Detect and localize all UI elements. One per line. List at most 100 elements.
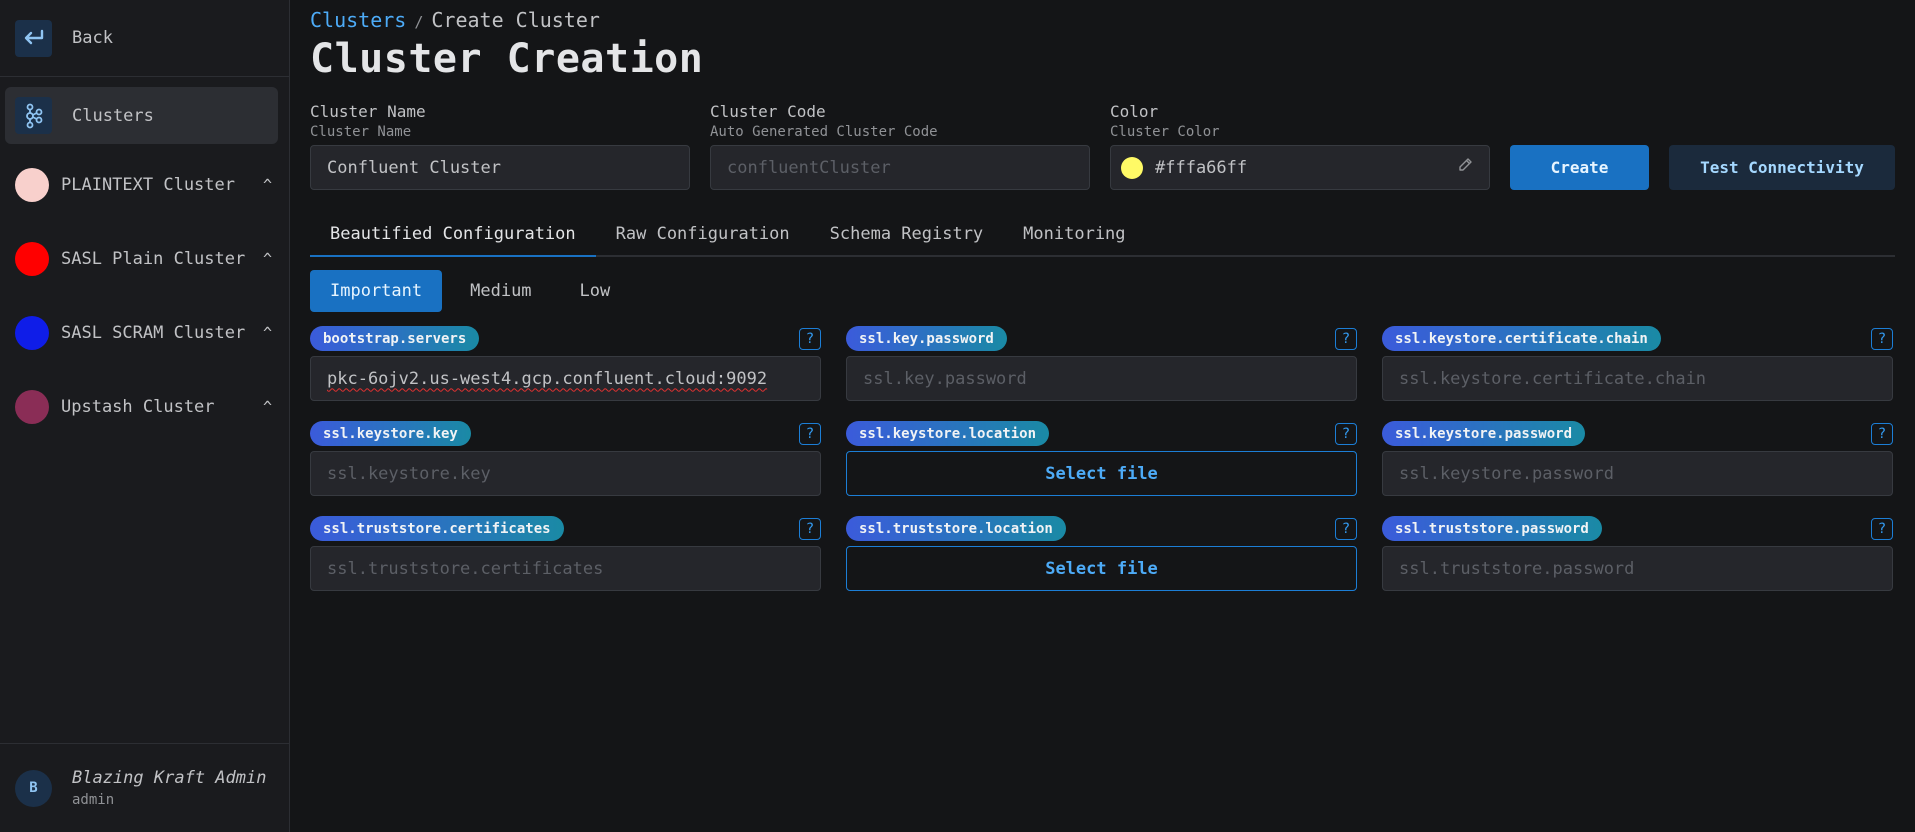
help-icon[interactable]: ?: [799, 327, 821, 350]
cluster-code-label: Cluster Code: [710, 102, 826, 121]
help-icon[interactable]: ?: [799, 422, 821, 445]
help-icon[interactable]: ?: [1871, 517, 1893, 540]
back-button[interactable]: Back: [0, 0, 289, 77]
config-field: ssl.keystore.password? ssl.keystore.passw…: [1382, 421, 1893, 496]
help-icon[interactable]: ?: [799, 517, 821, 540]
tab-beautified-configuration[interactable]: Beautified Configuration: [310, 212, 596, 257]
config-field: ssl.truststore.password? ssl.truststore.p…: [1382, 516, 1893, 591]
tab-monitoring[interactable]: Monitoring: [1003, 212, 1145, 257]
config-field: ssl.keystore.certificate.chain? ssl.keyst…: [1382, 326, 1893, 401]
cluster-item[interactable]: Upstash Cluster ^: [0, 370, 289, 444]
config-key-badge: ssl.key.password: [846, 326, 1007, 351]
user-info: Blazing Kraft Admin admin: [72, 768, 266, 808]
config-field: ssl.truststore.location? Select file: [846, 516, 1357, 591]
chevron-up-icon[interactable]: ^: [263, 176, 272, 194]
cluster-color-dot: [15, 390, 49, 424]
importance-filter: Important Medium Low: [310, 270, 1895, 312]
avatar: B: [15, 769, 52, 807]
tab-schema-registry[interactable]: Schema Registry: [810, 212, 1004, 257]
config-value-input[interactable]: ssl.truststore.certificates: [310, 546, 821, 591]
color-input[interactable]: #fffa66ff: [1110, 145, 1490, 190]
help-icon[interactable]: ?: [1335, 422, 1357, 445]
config-value-input[interactable]: pkc-6ojv2.us-west4.gcp.confluent.cloud:9…: [310, 356, 821, 401]
config-value-input[interactable]: ssl.truststore.password: [1382, 546, 1893, 591]
chevron-up-icon[interactable]: ^: [263, 250, 272, 268]
color-label: Color: [1110, 102, 1159, 121]
config-value-input[interactable]: ssl.keystore.key: [310, 451, 821, 496]
cluster-item[interactable]: PLAINTEXT Cluster ^: [0, 148, 289, 222]
select-file-button[interactable]: Select file: [846, 451, 1357, 496]
pill-important[interactable]: Important: [310, 270, 443, 312]
config-key-badge: ssl.truststore.password: [1382, 516, 1602, 541]
config-field-header: ssl.truststore.password?: [1382, 516, 1893, 541]
config-key-badge: ssl.truststore.location: [846, 516, 1066, 541]
chevron-up-icon[interactable]: ^: [263, 398, 272, 416]
config-field-header: ssl.key.password?: [846, 326, 1357, 351]
config-field-header: ssl.truststore.certificates?: [310, 516, 821, 541]
back-label: Back: [72, 28, 113, 48]
help-icon[interactable]: ?: [1871, 422, 1893, 445]
config-field-header: ssl.keystore.key?: [310, 421, 821, 446]
config-key-badge: ssl.keystore.key: [310, 421, 471, 446]
sidebar-item-clusters[interactable]: Clusters: [5, 87, 278, 144]
config-field: ssl.key.password? ssl.key.password: [846, 326, 1357, 401]
config-field-header: ssl.keystore.certificate.chain?: [1382, 326, 1893, 351]
color-description: Cluster Color: [1110, 124, 1220, 140]
cluster-item[interactable]: SASL SCRAM Cluster ^: [0, 296, 289, 370]
config-key-badge: bootstrap.servers: [310, 326, 480, 351]
pill-medium[interactable]: Medium: [450, 270, 551, 312]
user-name: Blazing Kraft Admin: [72, 768, 267, 788]
config-field-header: ssl.keystore.password?: [1382, 421, 1893, 446]
chevron-up-icon[interactable]: ^: [263, 324, 272, 342]
cluster-name: SASL SCRAM Cluster: [61, 323, 246, 343]
breadcrumb-current: Create Cluster: [431, 8, 600, 32]
clusters-label: Clusters: [72, 105, 154, 126]
cluster-code-field: Cluster Code Auto Generated Cluster Code…: [710, 102, 1090, 190]
page-title: Cluster Creation: [310, 36, 704, 82]
pill-low[interactable]: Low: [560, 270, 631, 312]
config-value-input[interactable]: ssl.keystore.certificate.chain: [1382, 356, 1893, 401]
cluster-name-field: Cluster Name Cluster Name Confluent Clus…: [310, 102, 690, 190]
config-value-text: pkc-6ojv2.us-west4.gcp.confluent.cloud:9…: [327, 368, 768, 389]
config-field-header: bootstrap.servers?: [310, 326, 821, 351]
config-value-input[interactable]: ssl.key.password: [846, 356, 1357, 401]
test-connectivity-button[interactable]: Test Connectivity: [1669, 145, 1895, 190]
help-icon[interactable]: ?: [1335, 327, 1357, 350]
config-key-badge: ssl.keystore.location: [846, 421, 1050, 446]
help-icon[interactable]: ?: [1871, 327, 1893, 350]
create-button[interactable]: Create: [1510, 145, 1649, 190]
cluster-color-dot: [15, 242, 49, 276]
breadcrumb-separator: /: [414, 13, 424, 31]
cluster-name: PLAINTEXT Cluster: [61, 175, 235, 195]
config-key-badge: ssl.truststore.certificates: [310, 516, 564, 541]
config-value-input[interactable]: ssl.keystore.password: [1382, 451, 1893, 496]
config-field-header: ssl.truststore.location?: [846, 516, 1357, 541]
help-icon[interactable]: ?: [1335, 517, 1357, 540]
app: Back Clusters PLAINTEXT Cluster ^ SASL P…: [0, 0, 1915, 832]
cluster-list: PLAINTEXT Cluster ^ SASL Plain Cluster ^…: [0, 148, 289, 444]
cluster-item[interactable]: SASL Plain Cluster ^: [0, 222, 289, 296]
cluster-name-input[interactable]: Confluent Cluster: [310, 145, 690, 190]
config-key-badge: ssl.keystore.certificate.chain: [1382, 326, 1661, 351]
cluster-form: Cluster Name Cluster Name Confluent Clus…: [310, 102, 1895, 190]
cluster-code-input[interactable]: confluentCluster: [710, 145, 1090, 190]
config-field-header: ssl.keystore.location?: [846, 421, 1357, 446]
select-file-button[interactable]: Select file: [846, 546, 1357, 591]
config-grid: bootstrap.servers? pkc-6ojv2.us-west4.gcp…: [310, 326, 1895, 591]
cluster-color-dot: [15, 168, 49, 202]
color-swatch[interactable]: [1121, 156, 1143, 179]
eyedropper-icon[interactable]: [1457, 157, 1473, 178]
user-profile[interactable]: B Blazing Kraft Admin admin: [0, 743, 289, 832]
cluster-name-description: Cluster Name: [310, 124, 412, 140]
config-field: ssl.truststore.certificates? ssl.truststo…: [310, 516, 821, 591]
tab-raw-configuration[interactable]: Raw Configuration: [596, 212, 810, 257]
cluster-icon: [15, 97, 52, 134]
sidebar: Back Clusters PLAINTEXT Cluster ^ SASL P…: [0, 0, 290, 832]
config-field: ssl.keystore.key? ssl.keystore.key: [310, 421, 821, 496]
cluster-color-dot: [15, 316, 49, 350]
breadcrumb-clusters-link[interactable]: Clusters: [310, 8, 406, 32]
config-field: bootstrap.servers? pkc-6ojv2.us-west4.gcp…: [310, 326, 821, 401]
back-arrow-icon: [15, 19, 52, 57]
config-key-badge: ssl.keystore.password: [1382, 421, 1586, 446]
cluster-code-description: Auto Generated Cluster Code: [710, 124, 938, 140]
